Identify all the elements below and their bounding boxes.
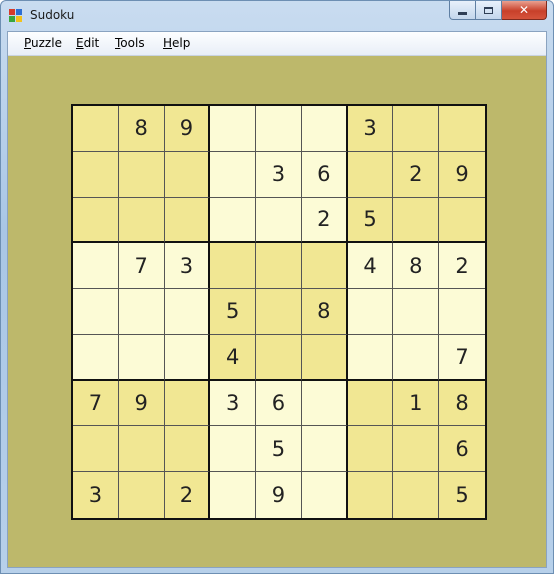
sudoku-cell-r1-c5[interactable] [256, 106, 302, 152]
sudoku-cell-r2-c5[interactable]: 3 [256, 151, 302, 198]
sudoku-cell-r4-c9[interactable]: 2 [439, 243, 485, 290]
sudoku-cell-r5-c4[interactable]: 5 [210, 289, 257, 335]
sudoku-cell-r7-c2[interactable]: 9 [118, 380, 165, 427]
sudoku-cell-r3-c7[interactable]: 5 [347, 197, 394, 244]
sudoku-cell-r1-c1[interactable] [73, 106, 119, 152]
sudoku-cell-r2-c1[interactable] [73, 151, 119, 198]
minimize-icon [458, 11, 467, 15]
sudoku-cell-r9-c7[interactable] [347, 472, 394, 518]
sudoku-cell-r8-c9[interactable]: 6 [439, 426, 485, 473]
sudoku-cell-r7-c6[interactable] [301, 380, 348, 427]
app-window: Sudoku ✕ Puzzle Edit Tools Help 89336292… [0, 0, 554, 574]
sudoku-cell-r9-c5[interactable]: 9 [256, 472, 302, 518]
title-bar[interactable]: Sudoku ✕ [1, 1, 553, 31]
sudoku-cell-r9-c9[interactable]: 5 [439, 472, 485, 518]
sudoku-cell-r1-c2[interactable]: 8 [118, 106, 165, 152]
sudoku-cell-r2-c9[interactable]: 9 [439, 151, 485, 198]
sudoku-cell-r6-c3[interactable] [164, 334, 211, 381]
maximize-button[interactable] [476, 1, 502, 20]
sudoku-board: 893362925734825847793618563295 [71, 104, 487, 520]
sudoku-cell-r8-c6[interactable] [301, 426, 348, 473]
client-area: Puzzle Edit Tools Help 89336292573482584… [7, 31, 547, 568]
sudoku-cell-r6-c5[interactable] [256, 334, 302, 381]
sudoku-cell-r3-c4[interactable] [210, 197, 257, 244]
sudoku-cell-r6-c1[interactable] [73, 334, 119, 381]
menu-edit[interactable]: Edit [76, 36, 99, 50]
sudoku-cell-r1-c6[interactable] [301, 106, 348, 152]
window-title: Sudoku [30, 8, 75, 22]
sudoku-cell-r3-c5[interactable] [256, 197, 302, 244]
sudoku-cell-r4-c7[interactable]: 4 [347, 243, 394, 290]
sudoku-cell-r7-c1[interactable]: 7 [73, 380, 119, 427]
menu-puzzle[interactable]: Puzzle [24, 36, 62, 50]
window-controls: ✕ [449, 1, 547, 21]
sudoku-cell-r9-c1[interactable]: 3 [73, 472, 119, 518]
sudoku-cell-r5-c6[interactable]: 8 [301, 289, 348, 335]
sudoku-cell-r8-c1[interactable] [73, 426, 119, 473]
sudoku-cell-r2-c8[interactable]: 2 [393, 151, 440, 198]
sudoku-cell-r5-c9[interactable] [439, 289, 485, 335]
sudoku-cell-r4-c3[interactable]: 3 [164, 243, 211, 290]
sudoku-cell-r4-c4[interactable] [210, 243, 257, 290]
sudoku-cell-r7-c7[interactable] [347, 380, 394, 427]
menu-bar: Puzzle Edit Tools Help [8, 32, 546, 56]
sudoku-cell-r6-c8[interactable] [393, 334, 440, 381]
sudoku-cell-r8-c8[interactable] [393, 426, 440, 473]
sudoku-cell-r7-c3[interactable] [164, 380, 211, 427]
sudoku-cell-r2-c2[interactable] [118, 151, 165, 198]
sudoku-cell-r4-c8[interactable]: 8 [393, 243, 440, 290]
sudoku-cell-r4-c1[interactable] [73, 243, 119, 290]
sudoku-cell-r6-c4[interactable]: 4 [210, 334, 257, 381]
sudoku-cell-r8-c2[interactable] [118, 426, 165, 473]
menu-help[interactable]: Help [163, 36, 190, 50]
sudoku-cell-r4-c2[interactable]: 7 [118, 243, 165, 290]
sudoku-cell-r2-c4[interactable] [210, 151, 257, 198]
sudoku-cell-r8-c5[interactable]: 5 [256, 426, 302, 473]
sudoku-cell-r9-c6[interactable] [301, 472, 348, 518]
close-button[interactable]: ✕ [502, 1, 547, 20]
sudoku-cell-r9-c2[interactable] [118, 472, 165, 518]
sudoku-cell-r9-c3[interactable]: 2 [164, 472, 211, 518]
sudoku-cell-r3-c9[interactable] [439, 197, 485, 244]
sudoku-cell-r3-c1[interactable] [73, 197, 119, 244]
menu-tools[interactable]: Tools [115, 36, 145, 50]
sudoku-cell-r6-c2[interactable] [118, 334, 165, 381]
sudoku-cell-r1-c9[interactable] [439, 106, 485, 152]
sudoku-cell-r8-c7[interactable] [347, 426, 394, 473]
sudoku-cell-r6-c6[interactable] [301, 334, 348, 381]
sudoku-cell-r3-c8[interactable] [393, 197, 440, 244]
minimize-button[interactable] [449, 1, 476, 20]
sudoku-cell-r7-c8[interactable]: 1 [393, 380, 440, 427]
sudoku-cell-r8-c4[interactable] [210, 426, 257, 473]
sudoku-cell-r5-c7[interactable] [347, 289, 394, 335]
sudoku-cell-r7-c9[interactable]: 8 [439, 380, 485, 427]
sudoku-app-icon[interactable] [9, 9, 23, 23]
sudoku-cell-r4-c6[interactable] [301, 243, 348, 290]
sudoku-cell-r4-c5[interactable] [256, 243, 302, 290]
close-icon: ✕ [518, 3, 530, 17]
sudoku-cell-r1-c4[interactable] [210, 106, 257, 152]
sudoku-cell-r5-c1[interactable] [73, 289, 119, 335]
sudoku-cell-r5-c2[interactable] [118, 289, 165, 335]
sudoku-cell-r6-c7[interactable] [347, 334, 394, 381]
sudoku-cell-r1-c3[interactable]: 9 [164, 106, 211, 152]
sudoku-cell-r3-c6[interactable]: 2 [301, 197, 348, 244]
sudoku-cell-r9-c8[interactable] [393, 472, 440, 518]
sudoku-cell-r2-c3[interactable] [164, 151, 211, 198]
sudoku-cell-r5-c5[interactable] [256, 289, 302, 335]
sudoku-cell-r5-c3[interactable] [164, 289, 211, 335]
sudoku-cell-r3-c2[interactable] [118, 197, 165, 244]
sudoku-cell-r7-c4[interactable]: 3 [210, 380, 257, 427]
sudoku-cell-r5-c8[interactable] [393, 289, 440, 335]
sudoku-cell-r9-c4[interactable] [210, 472, 257, 518]
sudoku-cell-r2-c6[interactable]: 6 [301, 151, 348, 198]
sudoku-cell-r2-c7[interactable] [347, 151, 394, 198]
sudoku-cell-r1-c8[interactable] [393, 106, 440, 152]
maximize-icon [484, 6, 493, 14]
sudoku-cell-r8-c3[interactable] [164, 426, 211, 473]
sudoku-cell-r6-c9[interactable]: 7 [439, 334, 485, 381]
sudoku-cell-r7-c5[interactable]: 6 [256, 380, 302, 427]
sudoku-cell-r1-c7[interactable]: 3 [347, 106, 394, 152]
sudoku-cell-r3-c3[interactable] [164, 197, 211, 244]
